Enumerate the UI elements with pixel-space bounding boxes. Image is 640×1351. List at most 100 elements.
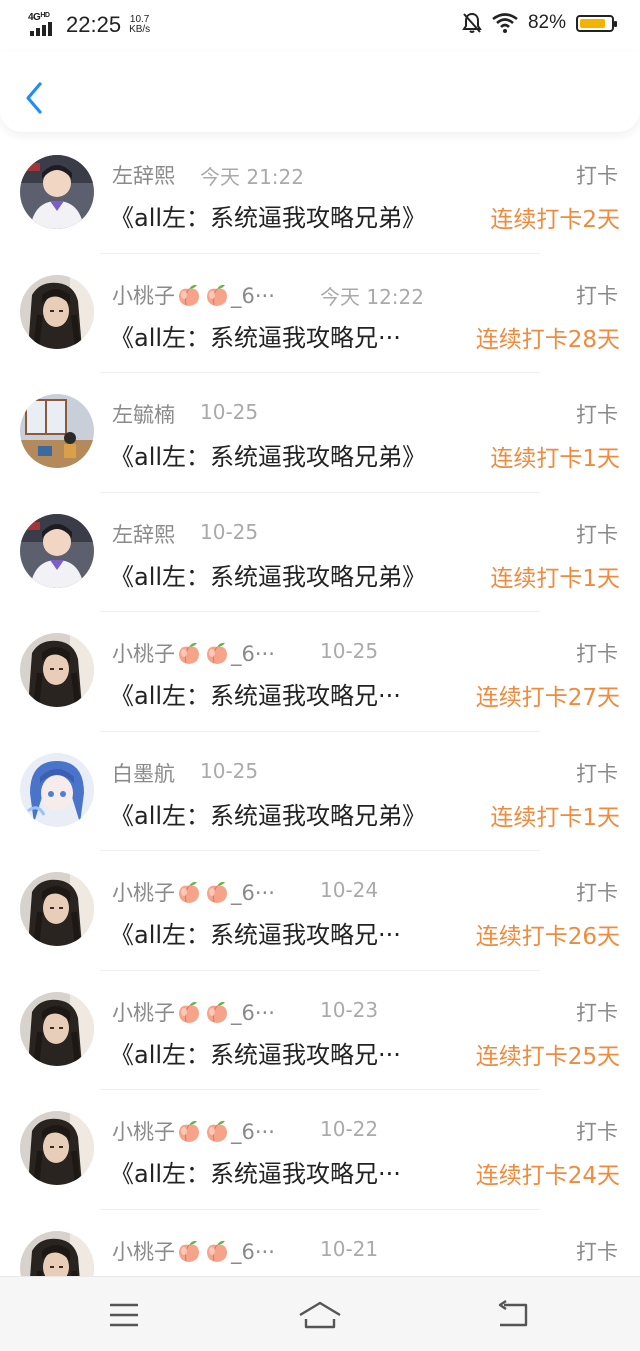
checkin-time: 10-25 <box>200 519 259 544</box>
system-nav-bar <box>0 1276 640 1351</box>
book-title[interactable]: 《all左：系统逼我攻略兄弟》 <box>110 557 426 592</box>
streak-count: 连续打卡1天 <box>490 446 620 472</box>
avatar[interactable] <box>20 991 94 1066</box>
status-time: 22:25 <box>66 12 122 37</box>
home-button[interactable] <box>296 1299 344 1331</box>
streak-count: 连续打卡1天 <box>490 565 620 592</box>
user-name[interactable]: 左辞熙 <box>112 519 175 549</box>
nav-bar <box>0 52 640 132</box>
user-name[interactable]: 小桃子 _6··· <box>112 280 275 310</box>
battery-percent: 82% <box>527 12 566 33</box>
checkin-item[interactable]: 小桃子 _6··· 10-24 打卡 《all左：系统逼我攻略兄··· 连续打卡26天 <box>0 851 640 971</box>
user-name[interactable]: 左毓楠 <box>112 399 175 429</box>
checkin-type-label: 打卡 <box>576 522 618 547</box>
speed-unit: KB/s <box>129 24 151 35</box>
checkin-time: 10-22 <box>320 1117 379 1141</box>
user-name-text: 左辞熙 <box>112 522 175 547</box>
peach-icon <box>207 284 227 306</box>
peach-icon <box>207 1001 227 1023</box>
peach-icon <box>207 881 227 903</box>
user-name-text: 小桃子 <box>112 642 175 666</box>
book-title[interactable]: 《all左：系统逼我攻略兄弟》 <box>110 198 426 233</box>
avatar[interactable] <box>20 274 94 349</box>
checkin-time: 今天 12:22 <box>320 284 424 309</box>
book-title[interactable]: 《all左：系统逼我攻略兄··· <box>110 318 401 353</box>
menu-button[interactable] <box>104 1299 144 1331</box>
peach-emojis <box>175 642 231 666</box>
streak-count: 连续打卡27天 <box>475 685 620 711</box>
avatar[interactable] <box>20 394 94 468</box>
peach-icon <box>207 1240 227 1262</box>
checkin-item[interactable]: 白墨航 10-25 打卡 《all左：系统逼我攻略兄弟》 连续打卡1天 <box>0 732 640 851</box>
status-bar: 4GHD 22:25 10.7 KB/s 82% <box>0 0 640 52</box>
user-name[interactable]: 小桃子 _6··· <box>112 1236 275 1266</box>
user-name[interactable]: 小桃子 _6··· <box>112 1116 275 1146</box>
streak-count: 连续打卡28天 <box>475 326 620 353</box>
avatar[interactable] <box>20 872 94 946</box>
avatar[interactable] <box>20 513 94 588</box>
status-left: 4GHD 22:25 10.7 KB/s <box>28 12 150 38</box>
book-title[interactable]: 《all左：系统逼我攻略兄弟》 <box>110 796 426 831</box>
avatar[interactable] <box>20 155 94 229</box>
checkin-list: 左辞熙 今天 21:22 打卡 《all左：系统逼我攻略兄弟》 连续打卡2天 小桃子 _6·… <box>0 134 640 1329</box>
book-title[interactable]: 《all左：系统逼我攻略兄··· <box>110 915 401 950</box>
avatar[interactable] <box>20 752 94 827</box>
peach-icon <box>207 642 227 664</box>
user-name[interactable]: 左辞熙 <box>112 160 175 190</box>
book-title[interactable]: 《all左：系统逼我攻略兄弟》 <box>110 437 426 472</box>
checkin-item[interactable]: 小桃子 _6··· 今天 12:22 打卡《all左：系统逼我攻略兄··· 连续打卡28… <box>0 254 640 373</box>
checkin-type-label: 打卡 <box>576 642 618 666</box>
user-name-suffix: _6··· <box>231 1000 275 1025</box>
peach-emojis <box>175 1001 231 1025</box>
user-name-suffix: _6··· <box>231 283 275 308</box>
user-name-text: 小桃子 <box>112 1120 175 1144</box>
checkin-time: 10-25 <box>320 639 379 663</box>
checkin-type-label: 打卡 <box>576 1239 618 1264</box>
checkin-item[interactable]: 左毓楠 10-25 打卡《all左：系统逼我攻略兄弟》 连续打卡1天 <box>0 373 640 493</box>
peach-emojis <box>175 284 231 308</box>
streak-count: 连续打卡2天 <box>490 207 620 233</box>
checkin-item[interactable]: 左辞熙 今天 21:22 打卡 《all左：系统逼我攻略兄弟》 连续打卡2天 <box>0 134 640 254</box>
avatar[interactable] <box>20 1111 94 1185</box>
checkin-item[interactable]: 小桃子 _6··· 10-22 打卡 《all左：系统逼我攻略兄··· 连续打卡24天 <box>0 1090 640 1210</box>
checkin-type-label: 打卡 <box>576 403 618 427</box>
user-name-suffix: _6··· <box>231 1239 275 1264</box>
return-button[interactable] <box>494 1299 534 1331</box>
book-title[interactable]: 《all左：系统逼我攻略兄··· <box>110 1154 401 1189</box>
signal-icon: 4GHD <box>28 12 60 38</box>
peach-icon <box>179 881 199 903</box>
streak-count: 连续打卡25天 <box>475 1043 620 1070</box>
peach-icon <box>179 284 199 306</box>
user-name[interactable]: 小桃子 _6··· <box>112 877 275 907</box>
user-name[interactable]: 白墨航 <box>112 758 175 788</box>
checkin-time: 10-21 <box>320 1236 379 1261</box>
streak-count: 连续打卡26天 <box>475 924 620 950</box>
checkin-time: 10-25 <box>200 400 259 424</box>
user-name-text: 左毓楠 <box>112 403 175 427</box>
checkin-item[interactable]: 小桃子 _6··· 10-23 打卡 《all左：系统逼我攻略兄··· 连续打卡25天 <box>0 971 640 1090</box>
network-hd: HD <box>40 12 50 19</box>
user-name[interactable]: 小桃子 _6··· <box>112 997 275 1027</box>
user-name-text: 小桃子 <box>112 881 175 905</box>
peach-emojis <box>175 881 231 905</box>
checkin-type-label: 打卡 <box>576 283 618 308</box>
checkin-item[interactable]: 左辞熙 10-25 打卡《all左：系统逼我攻略兄弟》 连续打卡1天 <box>0 493 640 612</box>
status-right: 82% <box>462 12 617 34</box>
peach-icon <box>179 642 199 664</box>
checkin-type-label: 打卡 <box>576 1120 618 1144</box>
back-button[interactable] <box>14 72 58 122</box>
user-name-suffix: _6··· <box>231 881 275 905</box>
checkin-type-label: 打卡 <box>576 1000 618 1025</box>
book-title[interactable]: 《all左：系统逼我攻略兄··· <box>110 1035 401 1070</box>
peach-icon <box>179 1001 199 1023</box>
peach-icon <box>207 1120 227 1142</box>
user-name-text: 小桃子 <box>112 283 175 308</box>
checkin-time: 10-25 <box>200 758 259 783</box>
user-name-text: 小桃子 <box>112 1000 175 1025</box>
checkin-item[interactable]: 小桃子 _6··· 10-25 打卡《all左：系统逼我攻略兄··· 连续打卡27天 <box>0 612 640 732</box>
book-title[interactable]: 《all左：系统逼我攻略兄··· <box>110 676 401 711</box>
checkin-type-label: 打卡 <box>576 761 618 786</box>
user-name[interactable]: 小桃子 _6··· <box>112 638 275 668</box>
wifi-icon <box>492 13 518 33</box>
avatar[interactable] <box>20 633 94 707</box>
